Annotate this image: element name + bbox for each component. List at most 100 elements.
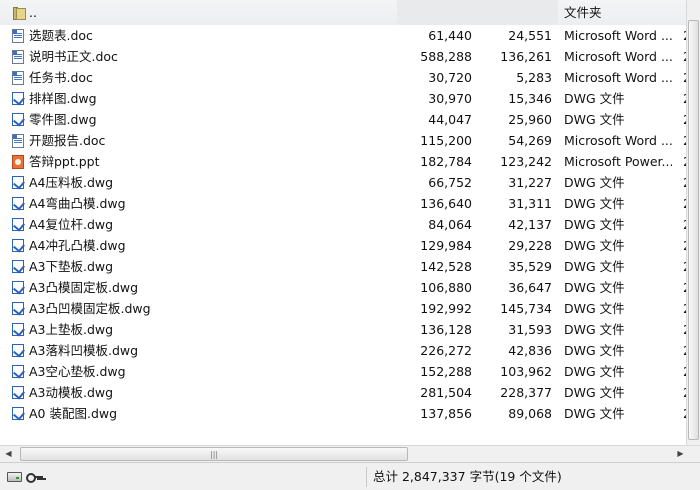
dwg-file-icon [12,235,26,256]
file-size: 61,440 [428,28,472,43]
file-size: 115,200 [420,133,472,148]
list-item[interactable]: 任务书.doc30,7205,283Microsoft Word ...2 [0,67,686,88]
file-type: Microsoft Word ... [564,49,672,64]
file-name: A3动模板.dwg [29,385,114,400]
word-doc-icon [12,25,26,46]
file-size: 588,288 [420,49,472,64]
file-rows: 选题表.doc61,44024,551Microsoft Word ...2说明… [0,25,686,424]
file-type: DWG 文件 [564,385,625,400]
dwg-file-icon [12,340,26,361]
list-item[interactable]: 排样图.dwg30,97015,346DWG 文件2 [0,88,686,109]
file-size: 84,064 [428,217,472,232]
file-name: 开题报告.doc [29,133,106,148]
file-name: A4压料板.dwg [29,175,114,190]
packed-size: 29,228 [508,238,552,253]
word-doc-icon [12,67,26,88]
horizontal-scrollbar[interactable]: ◀ ||| ▶ [0,445,700,462]
list-item[interactable]: 选题表.doc61,44024,551Microsoft Word ...2 [0,25,686,46]
file-type: Microsoft Word ... [564,133,672,148]
dwg-file-icon [12,109,26,130]
file-name: A3空心垫板.dwg [29,364,126,379]
list-item[interactable]: A4弯曲凸模.dwg136,64031,311DWG 文件2 [0,193,686,214]
list-item[interactable]: 零件图.dwg44,04725,960DWG 文件2 [0,109,686,130]
packed-size: 145,734 [500,301,552,316]
packed-size: 31,311 [508,196,552,211]
list-item[interactable]: 开题报告.doc115,20054,269Microsoft Word ...2 [0,130,686,151]
packed-size: 25,960 [508,112,552,127]
file-name: A3凸模固定板.dwg [29,280,139,295]
file-type: DWG 文件 [564,175,625,190]
file-size: 226,272 [420,343,472,358]
file-type: DWG 文件 [564,364,625,379]
file-size: 137,856 [420,406,472,421]
packed-size: 136,261 [500,49,552,64]
grip-icon: ||| [210,450,219,459]
file-name: A3下垫板.dwg [29,259,114,274]
list-item[interactable]: A3凸模固定板.dwg106,88036,647DWG 文件2 [0,277,686,298]
dwg-file-icon [12,298,26,319]
dwg-file-icon [12,277,26,298]
key-icon[interactable] [26,472,43,483]
list-item[interactable]: 说明书正文.doc 588,288 136,261 Microsoft Word ..… [0,46,686,67]
packed-size: 31,593 [508,322,552,337]
file-size: 106,880 [420,280,472,295]
file-name: A3凸凹模固定板.dwg [29,301,151,316]
dwg-file-icon [12,361,26,382]
list-item[interactable]: A3动模板.dwg281,504228,377DWG 文件2 [0,382,686,403]
packed-size: 5,283 [516,70,552,85]
vertical-scrollbar[interactable] [686,0,700,445]
packed-size: 31,227 [508,175,552,190]
file-type: 文件夹 [564,5,602,20]
list-item-parent-folder[interactable]: .. 文件夹 [0,0,686,25]
file-type: DWG 文件 [564,343,625,358]
powerpoint-icon [12,151,26,172]
column-shade [397,0,558,25]
file-name: 说明书正文.doc [29,49,118,64]
word-doc-icon [12,130,26,151]
list-item[interactable]: A3落料凹模板.dwg226,27242,836DWG 文件2 [0,340,686,361]
packed-size: 24,551 [508,28,552,43]
dwg-file-icon [12,172,26,193]
file-size: 66,752 [428,175,472,190]
file-name: .. [29,5,37,20]
list-item[interactable]: A4冲孔凸模.dwg129,98429,228DWG 文件2 [0,235,686,256]
file-type: DWG 文件 [564,406,625,421]
list-item[interactable]: A3下垫板.dwg142,52835,529DWG 文件2 [0,256,686,277]
file-list: .. 文件夹 选题表.doc 61,440 24,551 Microsoft Word… [0,0,686,445]
horizontal-scroll-thumb[interactable]: ||| [20,447,408,461]
file-size: 30,720 [428,70,472,85]
dwg-file-icon [12,193,26,214]
status-summary: 总计 2,847,337 字节(19 个文件) [373,469,562,484]
dwg-file-icon [12,403,26,424]
file-size: 182,784 [420,154,472,169]
drive-icon[interactable] [7,472,22,482]
packed-size: 103,962 [500,364,552,379]
file-type: DWG 文件 [564,196,625,211]
list-item[interactable]: A4压料板.dwg66,75231,227DWG 文件2 [0,172,686,193]
file-type: DWG 文件 [564,322,625,337]
file-type: DWG 文件 [564,238,625,253]
list-item[interactable]: 答辩ppt.ppt 182,784 123,242 Microsoft Power..… [0,151,686,172]
list-item[interactable]: A4复位杆.dwg84,06442,137DWG 文件2 [0,214,686,235]
status-divider [366,467,367,487]
file-type: DWG 文件 [564,301,625,316]
list-item[interactable]: A3上垫板.dwg136,12831,593DWG 文件2 [0,319,686,340]
list-item[interactable]: A0 装配图.dwg137,85689,068DWG 文件2 [0,403,686,424]
status-bar: 总计 2,847,337 字节(19 个文件) [0,462,700,490]
file-size: 136,128 [420,322,472,337]
scroll-left-icon[interactable]: ◀ [0,446,17,462]
file-size: 152,288 [420,364,472,379]
packed-size: 123,242 [500,154,552,169]
folder-up-icon [12,0,26,25]
packed-size: 15,346 [508,91,552,106]
file-name: A4弯曲凸模.dwg [29,196,126,211]
list-item[interactable]: A3空心垫板.dwg152,288103,962DWG 文件2 [0,361,686,382]
vertical-scroll-thumb[interactable] [688,20,699,440]
dwg-file-icon [12,382,26,403]
list-item[interactable]: A3凸凹模固定板.dwg192,992145,734DWG 文件2 [0,298,686,319]
file-name: 零件图.dwg [29,112,97,127]
file-name: 答辩ppt.ppt [29,154,100,169]
packed-size: 89,068 [508,406,552,421]
scroll-right-icon[interactable]: ▶ [672,446,689,462]
file-size: 44,047 [428,112,472,127]
